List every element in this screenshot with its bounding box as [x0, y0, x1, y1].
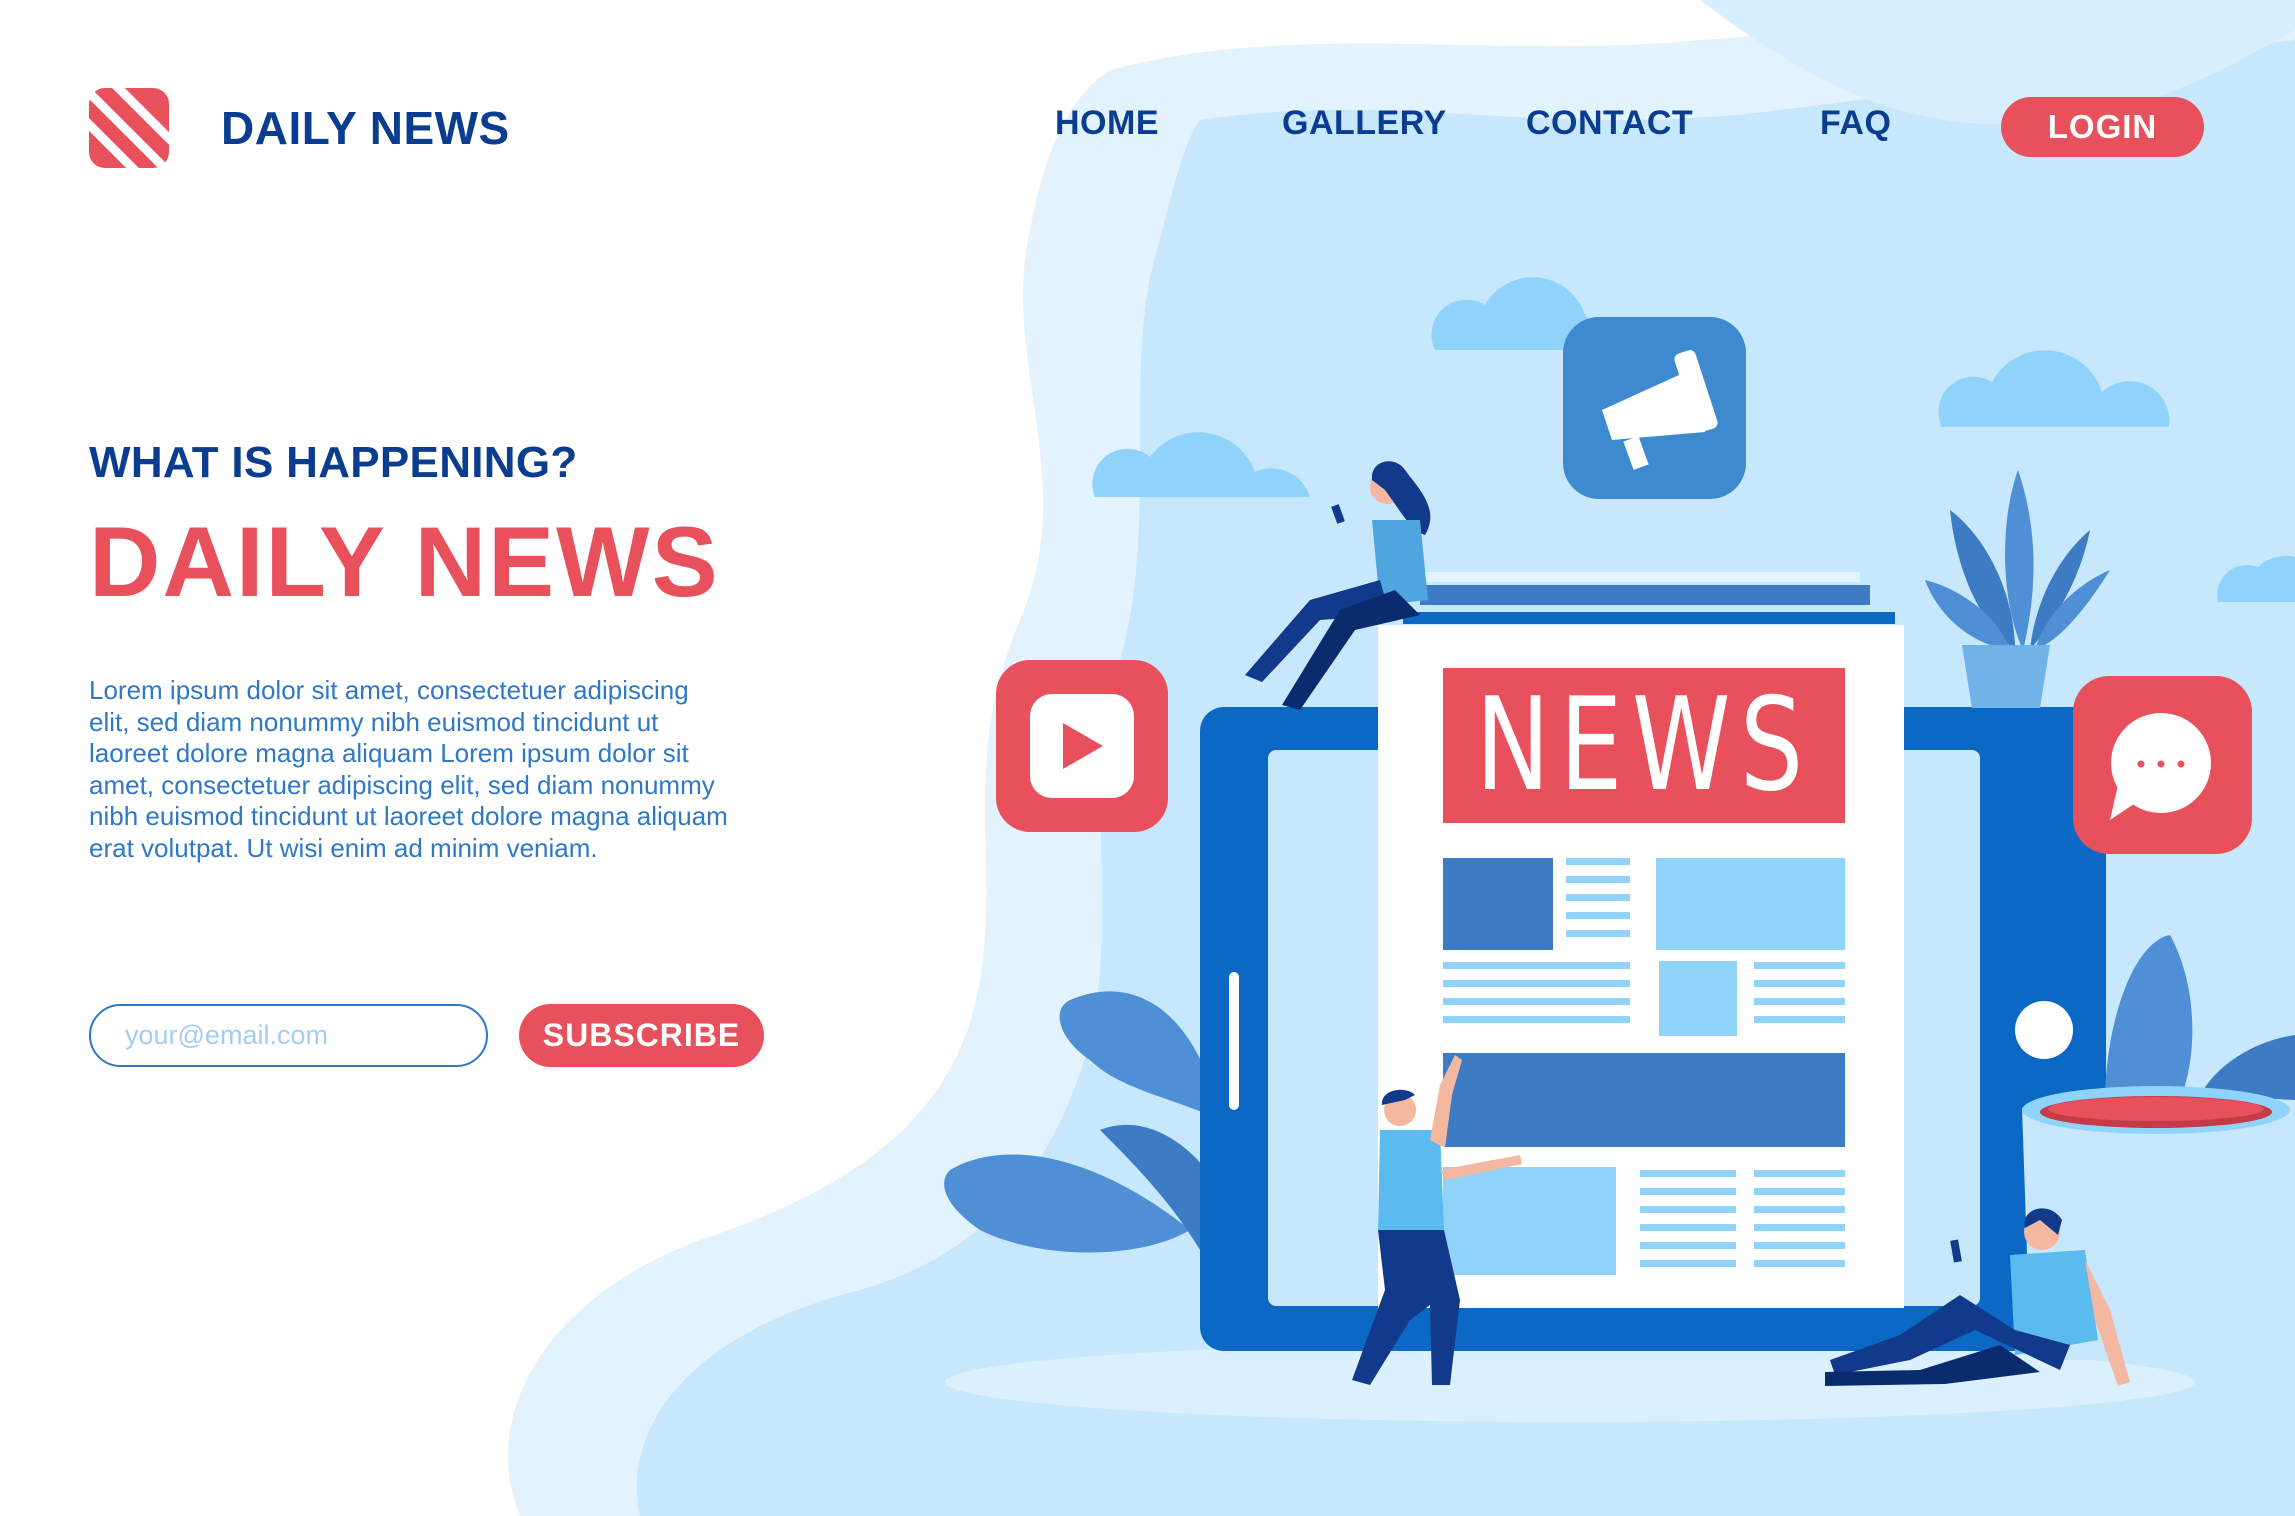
login-button[interactable]: LOGIN [2001, 97, 2204, 157]
tablet-side-bar [1229, 972, 1239, 1110]
hero-body-text: Lorem ipsum dolor sit amet, consectetuer… [89, 675, 728, 863]
hero-section: WHAT IS HAPPENING? DAILY NEWS [89, 438, 809, 614]
nav-contact[interactable]: CONTACT [1526, 104, 1693, 143]
brand-name: DAILY NEWS [221, 102, 510, 154]
logo-icon [89, 88, 169, 168]
nav-home[interactable]: HOME [1055, 104, 1159, 143]
megaphone-icon [1563, 317, 1746, 499]
hero-headline: DAILY NEWS [89, 506, 720, 617]
nav-gallery[interactable]: GALLERY [1282, 104, 1447, 143]
hero-tagline: WHAT IS HAPPENING? [89, 438, 578, 487]
play-icon [996, 660, 1168, 832]
subscribe-button[interactable]: SUBSCRIBE [519, 1004, 764, 1067]
tablet-home-button [2015, 1001, 2073, 1059]
email-input[interactable] [89, 1004, 488, 1067]
chat-bubble-icon [2073, 676, 2252, 854]
brand[interactable]: DAILY NEWS [89, 88, 510, 168]
nav-faq[interactable]: FAQ [1820, 104, 1891, 143]
newspaper-title: NEWS [1475, 671, 1813, 820]
